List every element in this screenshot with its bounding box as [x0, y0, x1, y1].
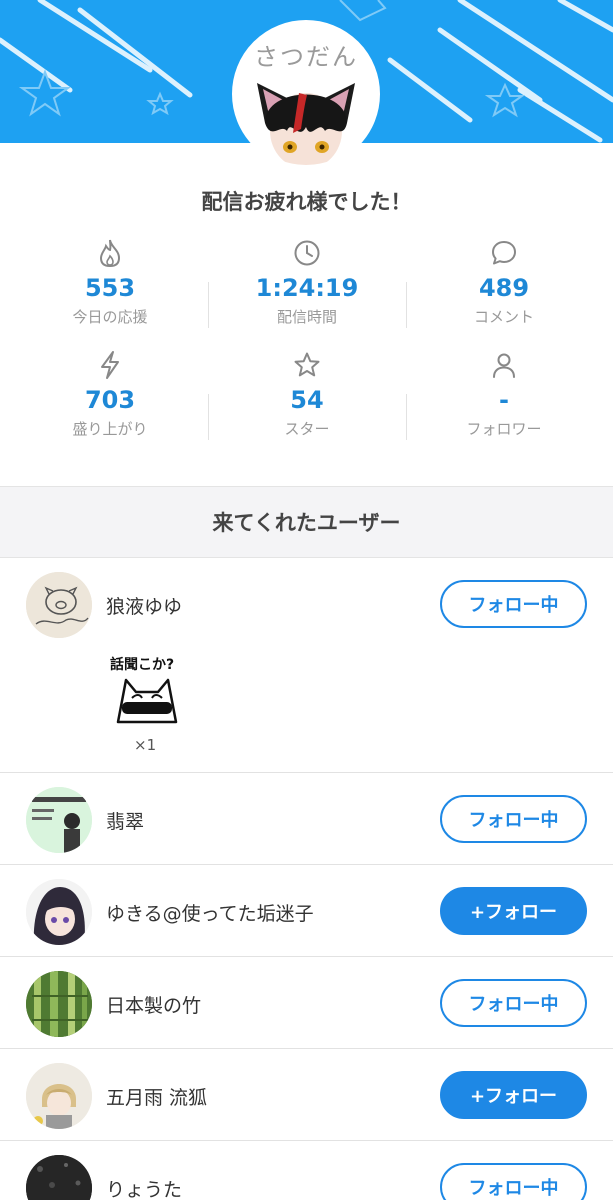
- user-row[interactable]: 狼液ゆゆ フォロー中: [0, 558, 613, 773]
- stat-support: 553 今日の応援: [10, 236, 210, 327]
- bamboo-avatar: [26, 971, 92, 1037]
- page-title: 配信お疲れ様でした！: [201, 190, 412, 214]
- user-name[interactable]: 狼液ゆゆ: [106, 592, 182, 619]
- stat-stars-label: スター: [284, 420, 330, 438]
- user-avatar[interactable]: [26, 787, 92, 853]
- stat-comments-label: コメント: [473, 308, 534, 326]
- lightning-icon: [10, 348, 210, 382]
- masked-cat-sticker: [116, 678, 178, 724]
- fox-boy-avatar: [26, 1063, 92, 1129]
- stat-duration: 1:24:19 配信時間: [207, 236, 407, 327]
- stat-duration-label: 配信時間: [276, 308, 337, 326]
- gift-count: ×1: [134, 736, 157, 754]
- following-button[interactable]: フォロー中: [440, 580, 587, 628]
- following-button[interactable]: フォロー中: [440, 795, 587, 843]
- stat-followers: - フォロワー: [404, 348, 604, 439]
- visitors-section-header: 来てくれたユーザー: [0, 486, 613, 558]
- clock-icon: [207, 236, 407, 270]
- user-row[interactable]: りょうた フォロー中: [0, 1141, 613, 1200]
- gift-label: 話聞こか?: [110, 657, 175, 673]
- user-name[interactable]: 五月雨 流狐: [106, 1083, 207, 1110]
- user-avatar[interactable]: [26, 572, 92, 638]
- stat-stars-value: 54: [290, 386, 324, 414]
- user-avatar[interactable]: [26, 1155, 92, 1200]
- stats-panel: 553 今日の応援 1:24:19 配信時間 489 コメント 703 盛り上が…: [0, 228, 613, 458]
- user-name[interactable]: 日本製の竹: [106, 991, 201, 1018]
- stat-excitement: 703 盛り上がり: [10, 348, 210, 439]
- user-avatar[interactable]: [26, 879, 92, 945]
- following-button[interactable]: フォロー中: [440, 1163, 587, 1200]
- follow-button[interactable]: +フォロー: [440, 887, 587, 935]
- stat-comments-value: 489: [478, 274, 530, 302]
- flame-icon: [10, 236, 210, 270]
- stat-followers-value: -: [499, 386, 509, 414]
- avatar-caption: さつだん: [254, 43, 358, 71]
- dark-texture-avatar: [26, 1155, 92, 1200]
- stat-excitement-label: 盛り上がり: [72, 420, 148, 438]
- user-row[interactable]: 日本製の竹 フォロー中: [0, 957, 613, 1049]
- comment-icon: [404, 236, 604, 270]
- star-icon: [207, 348, 407, 382]
- user-name[interactable]: りょうた: [106, 1175, 182, 1200]
- stat-followers-label: フォロワー: [466, 420, 542, 438]
- pig-drawing-avatar: [26, 572, 92, 638]
- user-avatar[interactable]: [26, 1063, 92, 1129]
- stat-support-label: 今日の応援: [72, 308, 148, 326]
- user-avatar[interactable]: [26, 971, 92, 1037]
- anime-girl-avatar: [26, 879, 92, 945]
- user-name[interactable]: ゆきる@使ってた垢迷子: [106, 899, 314, 926]
- green-poster-avatar: [26, 787, 92, 853]
- user-row[interactable]: 翡翠 フォロー中: [0, 773, 613, 865]
- user-name[interactable]: 翡翠: [106, 807, 144, 834]
- profile-avatar: さつだん: [232, 20, 380, 168]
- follow-button[interactable]: +フォロー: [440, 1071, 587, 1119]
- following-button[interactable]: フォロー中: [440, 979, 587, 1027]
- stat-stars: 54 スター: [207, 348, 407, 439]
- stat-comments: 489 コメント: [404, 236, 604, 327]
- person-icon: [404, 348, 604, 382]
- stat-duration-value: 1:24:19: [255, 274, 359, 302]
- stat-support-value: 553: [84, 274, 136, 302]
- user-row[interactable]: ゆきる@使ってた垢迷子 +フォロー: [0, 865, 613, 957]
- stat-excitement-value: 703: [84, 386, 136, 414]
- user-row[interactable]: 五月雨 流狐 +フォロー: [0, 1049, 613, 1141]
